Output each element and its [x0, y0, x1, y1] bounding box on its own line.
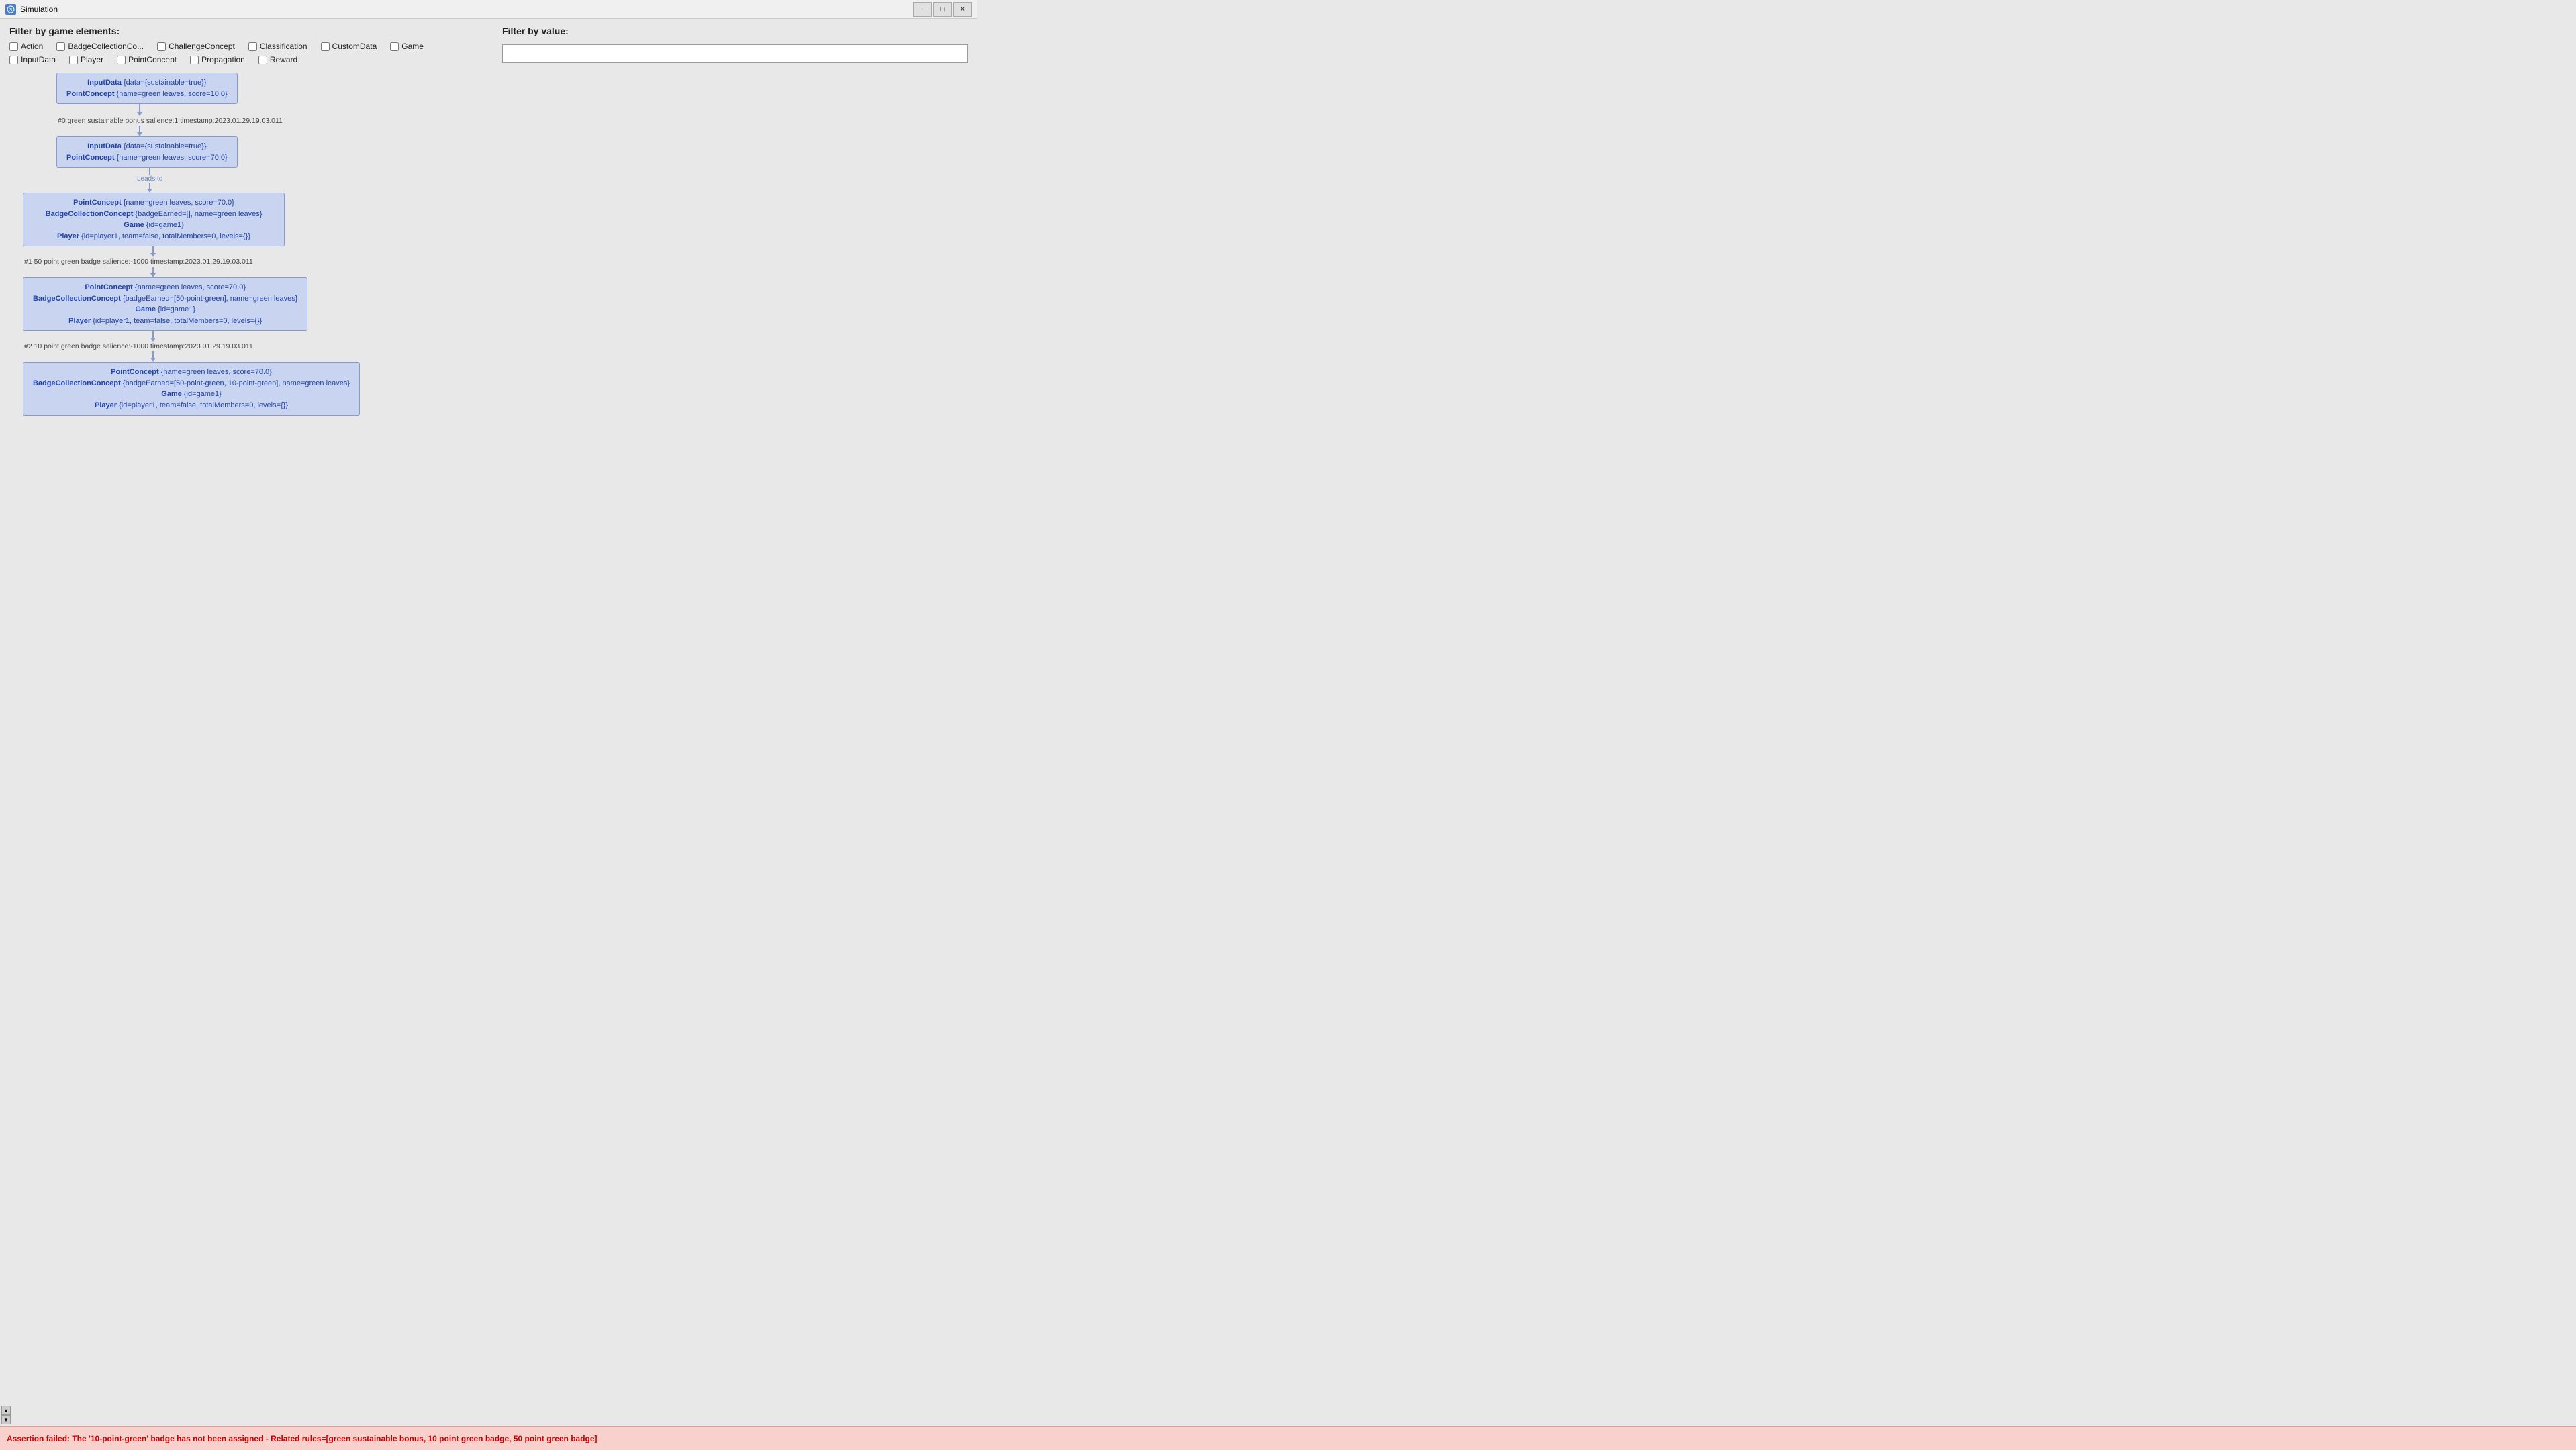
checkbox-reward-label: Reward: [270, 55, 297, 64]
checkbox-reward-input[interactable]: [258, 56, 267, 64]
arrow-1b: [150, 267, 156, 277]
close-button[interactable]: ×: [953, 2, 972, 17]
arrow-1: [150, 246, 156, 257]
node-1: InputData {data={sustainable=true}} Poin…: [56, 136, 238, 168]
node-3-line-3: Game {id=game1}: [33, 304, 297, 316]
checkbox-player[interactable]: Player: [69, 55, 103, 64]
filter-right: Filter by value:: [502, 26, 968, 64]
checkbox-customdata[interactable]: CustomData: [321, 42, 377, 51]
checkbox-game-input[interactable]: [390, 42, 399, 51]
checkbox-game-label: Game: [401, 42, 424, 51]
filter-section: Filter by game elements: Action BadgeCol…: [9, 26, 968, 64]
node-4: PointConcept {name=green leaves, score=7…: [23, 362, 360, 416]
checkbox-reward[interactable]: Reward: [258, 55, 297, 64]
checkbox-challenge-input[interactable]: [157, 42, 166, 51]
node-1-line-1: InputData {data={sustainable=true}}: [66, 141, 228, 152]
arrow-2: [150, 331, 156, 342]
checkbox-pointconcept[interactable]: PointConcept: [117, 55, 177, 64]
checkbox-propagation-label: Propagation: [201, 55, 245, 64]
filter-right-title: Filter by value:: [502, 26, 968, 36]
node-2: PointConcept {name=green leaves, score=7…: [23, 193, 285, 246]
checkbox-badge-input[interactable]: [56, 42, 65, 51]
checkbox-player-label: Player: [81, 55, 103, 64]
step-label-0: #0 green sustainable bonus salience:1 ti…: [56, 117, 283, 125]
checkbox-pointconcept-input[interactable]: [117, 56, 126, 64]
checkbox-classification-input[interactable]: [248, 42, 257, 51]
checkboxes-container: Action BadgeCollectionCo... ChallengeCon…: [9, 42, 475, 64]
checkbox-inputdata-input[interactable]: [9, 56, 18, 64]
checkbox-customdata-label: CustomData: [332, 42, 377, 51]
node-0: InputData {data={sustainable=true}} Poin…: [56, 72, 238, 104]
checkbox-action-label: Action: [21, 42, 43, 51]
error-message: Assertion failed: The '10-point-green' b…: [7, 1434, 598, 1443]
error-bar: Assertion failed: The '10-point-green' b…: [0, 1426, 2576, 1450]
node-4-line-1: PointConcept {name=green leaves, score=7…: [33, 367, 350, 378]
checkbox-customdata-input[interactable]: [321, 42, 330, 51]
maximize-button[interactable]: □: [933, 2, 952, 17]
leads-to-arrow: Leads to: [137, 168, 162, 193]
node-0-line-1: InputData {data={sustainable=true}}: [66, 77, 228, 89]
arrow-2b: [150, 351, 156, 362]
checkbox-classification[interactable]: Classification: [248, 42, 307, 51]
node-2-line-3: Game {id=game1}: [33, 220, 275, 231]
checkbox-classification-label: Classification: [260, 42, 307, 51]
main-content: Filter by game elements: Action BadgeCol…: [0, 19, 977, 532]
checkbox-inputdata[interactable]: InputData: [9, 55, 56, 64]
diagram-area: InputData {data={sustainable=true}} Poin…: [9, 72, 968, 416]
node-4-line-3: Game {id=game1}: [33, 389, 350, 400]
checkbox-game[interactable]: Game: [390, 42, 424, 51]
filter-value-input[interactable]: [502, 44, 968, 63]
title-bar-controls: − □ ×: [913, 2, 972, 17]
checkbox-challenge[interactable]: ChallengeConcept: [157, 42, 235, 51]
node-2-line-1: PointConcept {name=green leaves, score=7…: [33, 197, 275, 209]
app-icon: S: [5, 4, 16, 15]
node-2-line-4: Player {id=player1, team=false, totalMem…: [33, 231, 275, 242]
step-label-1: #1 50 point green badge salience:-1000 t…: [23, 258, 253, 266]
node-3-line-1: PointConcept {name=green leaves, score=7…: [33, 282, 297, 293]
title-bar: S Simulation − □ ×: [0, 0, 977, 19]
checkbox-badge-label: BadgeCollectionCo...: [68, 42, 144, 51]
checkbox-challenge-label: ChallengeConcept: [169, 42, 235, 51]
node-0-line-2: PointConcept {name=green leaves, score=1…: [66, 89, 228, 100]
checkbox-pointconcept-label: PointConcept: [128, 55, 177, 64]
checkbox-propagation-input[interactable]: [190, 56, 199, 64]
arrow-0: [137, 104, 142, 116]
checkbox-inputdata-label: InputData: [21, 55, 56, 64]
filter-left-title: Filter by game elements:: [9, 26, 475, 36]
scroll-down-button[interactable]: ▼: [1, 1415, 11, 1424]
node-1-line-2: PointConcept {name=green leaves, score=7…: [66, 152, 228, 164]
node-2-line-2: BadgeCollectionConcept {badgeEarned=[], …: [33, 209, 275, 220]
node-4-line-4: Player {id=player1, team=false, totalMem…: [33, 400, 350, 412]
scroll-arrows: ▲ ▼: [0, 1404, 12, 1426]
checkbox-action[interactable]: Action: [9, 42, 43, 51]
node-3-line-4: Player {id=player1, team=false, totalMem…: [33, 316, 297, 327]
arrow-0b: [137, 126, 142, 136]
node-3-line-2: BadgeCollectionConcept {badgeEarned=[50-…: [33, 293, 297, 305]
scroll-up-button[interactable]: ▲: [1, 1406, 11, 1415]
step-label-2: #2 10 point green badge salience:-1000 t…: [23, 342, 253, 350]
svg-text:S: S: [9, 8, 13, 13]
checkbox-player-input[interactable]: [69, 56, 78, 64]
app-title: Simulation: [20, 5, 58, 14]
checkbox-propagation[interactable]: Propagation: [190, 55, 245, 64]
node-3: PointConcept {name=green leaves, score=7…: [23, 277, 307, 331]
minimize-button[interactable]: −: [913, 2, 932, 17]
node-4-line-2: BadgeCollectionConcept {badgeEarned=[50-…: [33, 378, 350, 389]
filter-left: Filter by game elements: Action BadgeCol…: [9, 26, 475, 64]
title-bar-left: S Simulation: [5, 4, 58, 15]
checkbox-badge[interactable]: BadgeCollectionCo...: [56, 42, 144, 51]
checkbox-action-input[interactable]: [9, 42, 18, 51]
